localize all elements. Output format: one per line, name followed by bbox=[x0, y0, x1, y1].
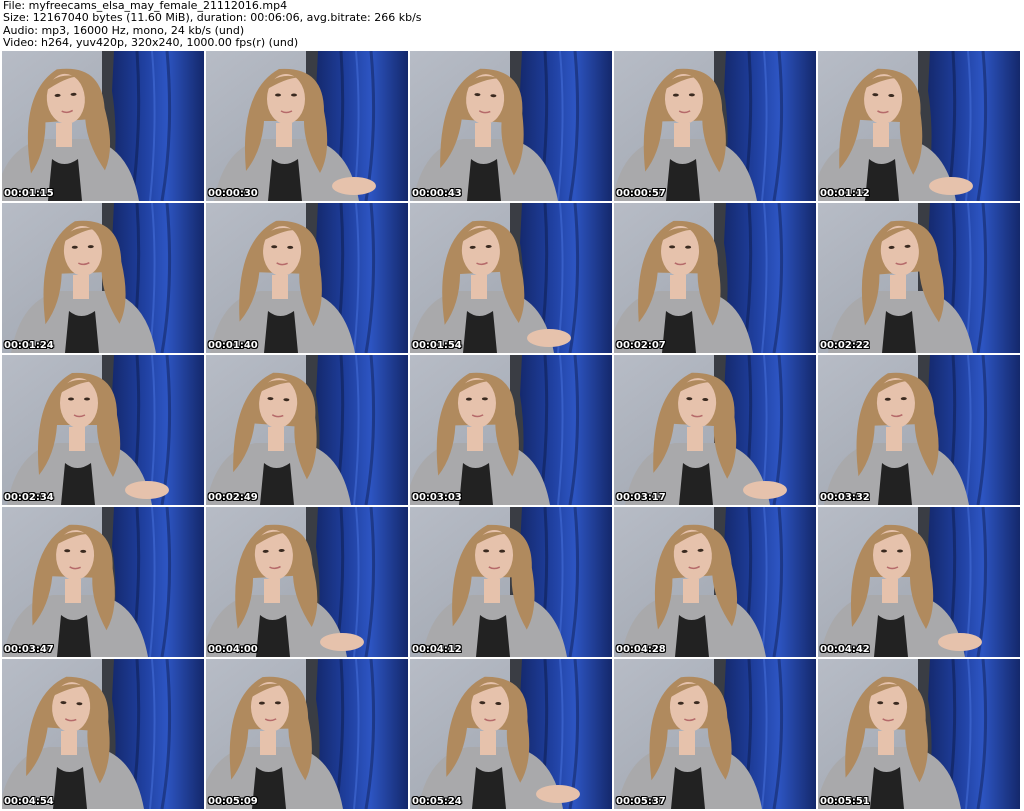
thumbnail-timestamp: 00:01:40 bbox=[208, 340, 258, 351]
thumbnail-grid: 00:01:15 00:00:30 00:00:43 00:00:57 00:01:12… bbox=[0, 50, 1024, 811]
thumbnail-frame-image bbox=[206, 203, 408, 353]
thumbnail-frame-image bbox=[410, 659, 612, 809]
audio-info-line: Audio: mp3, 16000 Hz, mono, 24 kb/s (und… bbox=[3, 23, 245, 37]
thumbnail-timestamp: 00:01:54 bbox=[412, 340, 462, 351]
thumbnail-timestamp: 00:02:49 bbox=[208, 492, 258, 503]
thumbnail-timestamp: 00:04:42 bbox=[820, 644, 870, 655]
thumbnail-frame-image bbox=[818, 659, 1020, 809]
thumbnail-timestamp: 00:05:37 bbox=[616, 796, 666, 807]
thumbnail-frame-image bbox=[410, 203, 612, 353]
thumbnail-timestamp: 00:02:22 bbox=[820, 340, 870, 351]
thumbnail-timestamp: 00:00:30 bbox=[208, 188, 258, 199]
thumbnail-frame-image bbox=[2, 507, 204, 657]
video-thumbnail: 00:05:24 bbox=[410, 659, 612, 809]
file-size-line: Size: 12167040 bytes (11.60 MiB), durati… bbox=[3, 11, 422, 25]
thumbnail-frame-image bbox=[2, 203, 204, 353]
thumbnail-frame-image bbox=[614, 507, 816, 657]
video-thumbnail: 00:03:32 bbox=[818, 355, 1020, 505]
thumbnail-timestamp: 00:04:12 bbox=[412, 644, 462, 655]
thumbnail-timestamp: 00:01:24 bbox=[4, 340, 54, 351]
thumbnail-frame-image bbox=[614, 659, 816, 809]
video-thumbnail: 00:05:37 bbox=[614, 659, 816, 809]
thumbnail-frame-image bbox=[206, 51, 408, 201]
thumbnail-timestamp: 00:01:15 bbox=[4, 188, 54, 199]
thumbnail-frame-image bbox=[818, 355, 1020, 505]
thumbnail-frame-image bbox=[2, 659, 204, 809]
video-thumbnail: 00:04:12 bbox=[410, 507, 612, 657]
thumbnail-frame-image bbox=[614, 51, 816, 201]
video-thumbnail: 00:01:15 bbox=[2, 51, 204, 201]
thumbnail-timestamp: 00:02:07 bbox=[616, 340, 666, 351]
thumbnail-timestamp: 00:03:03 bbox=[412, 492, 462, 503]
thumbnail-timestamp: 00:05:09 bbox=[208, 796, 258, 807]
video-thumbnail: 00:00:30 bbox=[206, 51, 408, 201]
thumbnail-timestamp: 00:03:32 bbox=[820, 492, 870, 503]
thumbnail-frame-image bbox=[818, 51, 1020, 201]
thumbnail-frame-image bbox=[614, 203, 816, 353]
video-thumbnail: 00:04:42 bbox=[818, 507, 1020, 657]
thumbnail-timestamp: 00:05:24 bbox=[412, 796, 462, 807]
thumbnail-timestamp: 00:01:12 bbox=[820, 188, 870, 199]
thumbnail-timestamp: 00:04:54 bbox=[4, 796, 54, 807]
thumbnail-frame-image bbox=[2, 355, 204, 505]
thumbnail-frame-image bbox=[410, 507, 612, 657]
video-thumbnail: 00:01:54 bbox=[410, 203, 612, 353]
video-thumbnail: 00:04:54 bbox=[2, 659, 204, 809]
thumbnail-timestamp: 00:00:57 bbox=[616, 188, 666, 199]
video-thumbnail: 00:01:12 bbox=[818, 51, 1020, 201]
video-thumbnail: 00:01:24 bbox=[2, 203, 204, 353]
thumbnail-frame-image bbox=[2, 51, 204, 201]
video-thumbnail: 00:03:03 bbox=[410, 355, 612, 505]
thumbnail-frame-image bbox=[818, 507, 1020, 657]
thumbnail-frame-image bbox=[206, 507, 408, 657]
video-thumbnail: 00:05:09 bbox=[206, 659, 408, 809]
video-thumbnail: 00:01:40 bbox=[206, 203, 408, 353]
video-info-line: Video: h264, yuv420p, 320x240, 1000.00 f… bbox=[3, 35, 299, 49]
video-thumbnail: 00:04:00 bbox=[206, 507, 408, 657]
thumbnail-timestamp: 00:04:00 bbox=[208, 644, 258, 655]
info-header: File: myfreecams_elsa_may_female_2111201… bbox=[0, 0, 1024, 50]
video-thumbnail: 00:02:49 bbox=[206, 355, 408, 505]
thumbnail-timestamp: 00:05:51 bbox=[820, 796, 870, 807]
thumbnail-timestamp: 00:02:34 bbox=[4, 492, 54, 503]
thumbnail-timestamp: 00:00:43 bbox=[412, 188, 462, 199]
thumbnail-frame-image bbox=[410, 355, 612, 505]
video-thumbnail: 00:00:57 bbox=[614, 51, 816, 201]
thumbnail-frame-image bbox=[818, 203, 1020, 353]
video-thumbnail: 00:04:28 bbox=[614, 507, 816, 657]
video-thumbnail: 00:05:51 bbox=[818, 659, 1020, 809]
thumbnail-frame-image bbox=[206, 659, 408, 809]
thumbnail-timestamp: 00:04:28 bbox=[616, 644, 666, 655]
video-thumbnail: 00:02:07 bbox=[614, 203, 816, 353]
thumbnail-timestamp: 00:03:17 bbox=[616, 492, 666, 503]
video-thumbnail: 00:00:43 bbox=[410, 51, 612, 201]
video-thumbnail: 00:02:34 bbox=[2, 355, 204, 505]
thumbnail-frame-image bbox=[614, 355, 816, 505]
video-thumbnail: 00:03:47 bbox=[2, 507, 204, 657]
thumbnail-frame-image bbox=[206, 355, 408, 505]
thumbnail-frame-image bbox=[410, 51, 612, 201]
thumbnail-timestamp: 00:03:47 bbox=[4, 644, 54, 655]
video-thumbnail: 00:03:17 bbox=[614, 355, 816, 505]
video-thumbnail: 00:02:22 bbox=[818, 203, 1020, 353]
